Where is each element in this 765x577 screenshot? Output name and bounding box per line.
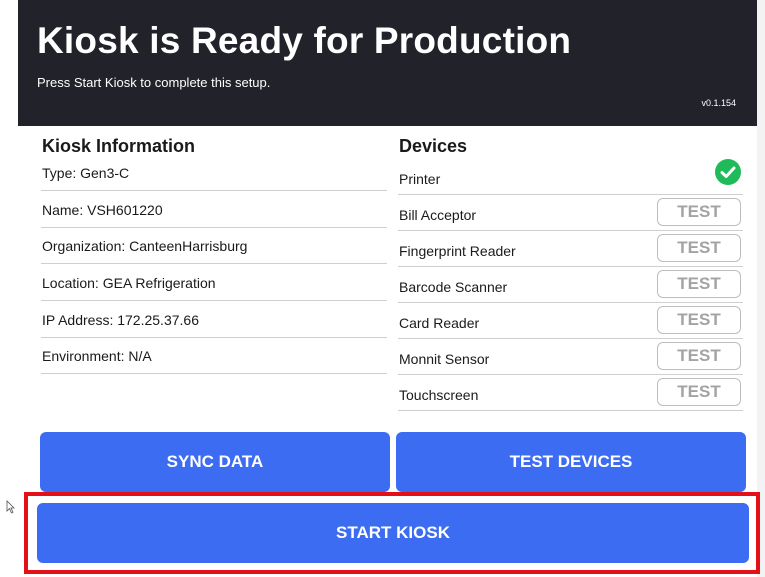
device-row-touchscreen: Touchscreen TEST	[398, 375, 743, 411]
device-row-fingerprint-reader: Fingerprint Reader TEST	[398, 231, 743, 267]
info-row-label: Location: GEA Refrigeration	[42, 275, 216, 291]
test-monnit-sensor-button[interactable]: TEST	[657, 342, 741, 370]
test-barcode-scanner-button[interactable]: TEST	[657, 270, 741, 298]
mouse-cursor-icon	[6, 500, 15, 514]
info-row-type: Type: Gen3-C	[41, 155, 387, 191]
devices-title: Devices	[399, 136, 468, 156]
device-row-printer: Printer	[398, 159, 743, 195]
info-row-label: Organization: CanteenHarrisburg	[42, 238, 248, 254]
info-row-label: Name: VSH601220	[42, 202, 163, 218]
device-row-bill-acceptor: Bill Acceptor TEST	[398, 195, 743, 231]
device-row-barcode-scanner: Barcode Scanner TEST	[398, 267, 743, 303]
test-bill-acceptor-button[interactable]: TEST	[657, 198, 741, 226]
kiosk-info-title: Kiosk Information	[42, 136, 196, 156]
sync-data-button[interactable]: SYNC DATA	[40, 432, 390, 492]
info-row-location: Location: GEA Refrigeration	[41, 265, 387, 301]
info-row-ip-address: IP Address: 172.25.37.66	[41, 302, 387, 338]
device-label: Fingerprint Reader	[399, 243, 516, 259]
test-card-reader-button[interactable]: TEST	[657, 306, 741, 334]
info-row-organization: Organization: CanteenHarrisburg	[41, 228, 387, 264]
info-row-label: IP Address: 172.25.37.66	[42, 312, 199, 328]
test-fingerprint-reader-button[interactable]: TEST	[657, 234, 741, 262]
page-subtitle: Press Start Kiosk to complete this setup…	[37, 75, 271, 90]
device-label: Monnit Sensor	[399, 351, 490, 367]
check-circle-icon	[715, 159, 741, 185]
kiosk-setup-screen: Kiosk is Ready for Production Press Star…	[0, 0, 765, 577]
test-touchscreen-button[interactable]: TEST	[657, 378, 741, 406]
start-kiosk-button[interactable]: START KIOSK	[37, 503, 749, 563]
info-row-label: Environment: N/A	[42, 348, 152, 364]
device-row-monnit-sensor: Monnit Sensor TEST	[398, 339, 743, 375]
header-banner: Kiosk is Ready for Production Press Star…	[18, 0, 757, 126]
version-label: v0.1.154	[701, 98, 736, 108]
info-row-environment: Environment: N/A	[41, 338, 387, 374]
edge-strip	[757, 0, 765, 577]
device-label: Printer	[399, 171, 441, 187]
info-row-name: Name: VSH601220	[41, 192, 387, 228]
device-label: Card Reader	[399, 315, 480, 331]
test-devices-button[interactable]: TEST DEVICES	[396, 432, 746, 492]
info-row-label: Type: Gen3-C	[42, 165, 130, 181]
device-row-card-reader: Card Reader TEST	[398, 303, 743, 339]
device-label: Touchscreen	[399, 387, 479, 403]
page-title: Kiosk is Ready for Production	[37, 20, 572, 61]
device-label: Barcode Scanner	[399, 279, 508, 295]
device-label: Bill Acceptor	[399, 207, 477, 223]
